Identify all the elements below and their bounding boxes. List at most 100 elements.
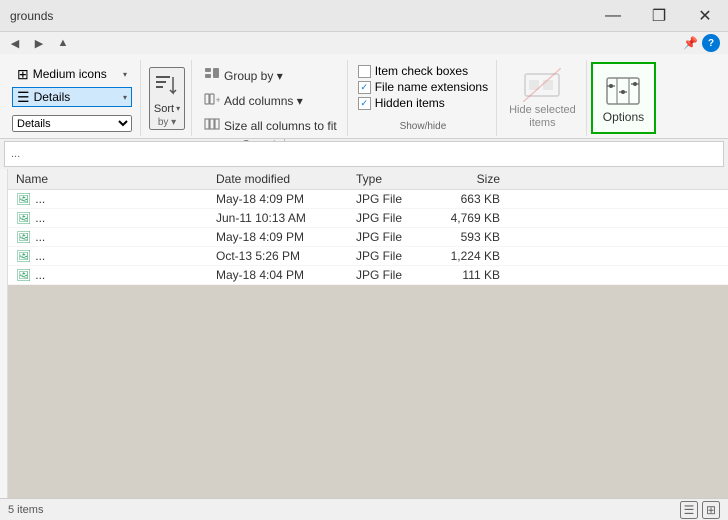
file-name: ... bbox=[35, 268, 45, 282]
show-hide-label: Show/hide bbox=[400, 121, 447, 132]
file-list: Name Date modified Type Size 🖼 ... May-1… bbox=[8, 169, 728, 285]
medium-icons-label: Medium icons bbox=[33, 67, 107, 81]
hide-selected-svg bbox=[523, 68, 561, 102]
show-hide-section: Item check boxes ✓ File name extensions … bbox=[350, 60, 497, 136]
file-size-cell: 663 KB bbox=[428, 192, 508, 206]
file-type-cell: JPG File bbox=[348, 192, 428, 206]
medium-icons-arrow: ▾ bbox=[123, 70, 127, 79]
file-area: Name Date modified Type Size 🖼 ... May-1… bbox=[8, 169, 728, 498]
details-icon: ☰ bbox=[17, 89, 30, 106]
sort-section: Sort ▾ by ▾ bbox=[143, 60, 192, 136]
add-columns-button[interactable]: + Add columns ▾ bbox=[200, 89, 341, 112]
file-date-cell: May-18 4:04 PM bbox=[208, 268, 348, 282]
file-name: ... bbox=[35, 249, 45, 263]
nav-pane bbox=[0, 169, 8, 498]
group-by-button[interactable]: Group by ▾ bbox=[200, 64, 341, 87]
maximize-button[interactable]: ❐ bbox=[636, 0, 682, 32]
options-button[interactable]: Options bbox=[591, 62, 656, 134]
col-header-size[interactable]: Size bbox=[428, 172, 508, 186]
file-name-cell: 🖼 ... bbox=[8, 192, 208, 206]
options-icon bbox=[603, 72, 643, 110]
address-text: ... bbox=[11, 148, 20, 160]
item-checkboxes-row[interactable]: Item check boxes bbox=[358, 64, 488, 78]
title-bar: grounds — ❐ ✕ bbox=[0, 0, 728, 32]
hide-selected-icon bbox=[522, 66, 562, 104]
file-name: ... bbox=[35, 211, 45, 225]
table-row[interactable]: 🖼 ... May-18 4:04 PM JPG File 111 KB bbox=[8, 266, 728, 285]
file-date-cell: May-18 4:09 PM bbox=[208, 230, 348, 244]
file-name-extensions-label: File name extensions bbox=[375, 80, 488, 94]
file-icon: 🖼 bbox=[16, 268, 31, 282]
file-name-cell: 🖼 ... bbox=[8, 268, 208, 282]
size-columns-icon bbox=[204, 116, 220, 135]
sort-label: Sort bbox=[154, 103, 174, 115]
status-item-count: 5 items bbox=[8, 504, 43, 516]
medium-icons-icon: ⊞ bbox=[17, 66, 29, 83]
sort-button[interactable]: Sort ▾ by ▾ bbox=[149, 67, 185, 130]
file-size-cell: 4,769 KB bbox=[428, 211, 508, 225]
window-title: grounds bbox=[10, 9, 53, 23]
layout-dropdown[interactable]: Details bbox=[12, 115, 132, 132]
details-label: Details bbox=[34, 90, 71, 104]
table-row[interactable]: 🖼 ... Oct-13 5:26 PM JPG File 1,224 KB bbox=[8, 247, 728, 266]
options-label: Options bbox=[603, 110, 644, 124]
file-name-extensions-row[interactable]: ✓ File name extensions bbox=[358, 80, 488, 94]
sort-by-label: by ▾ bbox=[158, 117, 176, 128]
file-type-cell: JPG File bbox=[348, 268, 428, 282]
file-date-cell: Oct-13 5:26 PM bbox=[208, 249, 348, 263]
file-name-extensions-checkbox[interactable]: ✓ bbox=[358, 81, 371, 94]
hidden-items-row[interactable]: ✓ Hidden items bbox=[358, 96, 488, 110]
details-view-button[interactable]: ☰ bbox=[680, 501, 698, 519]
file-size-cell: 1,224 KB bbox=[428, 249, 508, 263]
large-icons-view-button[interactable]: ⊞ bbox=[702, 501, 720, 519]
sort-svg bbox=[153, 71, 181, 99]
file-size-cell: 593 KB bbox=[428, 230, 508, 244]
current-view-section: Group by ▾ + Add columns ▾ Size all colu… bbox=[194, 60, 348, 136]
add-columns-label: Add columns ▾ bbox=[224, 94, 303, 108]
hidden-items-checkbox[interactable]: ✓ bbox=[358, 97, 371, 110]
file-name-cell: 🖼 ... bbox=[8, 249, 208, 263]
table-row[interactable]: 🖼 ... May-18 4:09 PM JPG File 593 KB bbox=[8, 228, 728, 247]
options-svg bbox=[605, 74, 641, 108]
sort-arrow: ▾ bbox=[176, 104, 180, 113]
ribbon: ⊞ Medium icons ▾ ☰ Details ▾ Details bbox=[0, 54, 728, 139]
svg-text:+: + bbox=[216, 95, 221, 105]
details-button[interactable]: ☰ Details ▾ bbox=[12, 87, 132, 108]
title-bar-controls: — ❐ ✕ bbox=[590, 0, 728, 31]
close-button[interactable]: ✕ bbox=[682, 0, 728, 32]
size-all-columns-label: Size all columns to fit bbox=[224, 119, 337, 133]
details-arrow: ▾ bbox=[123, 93, 127, 102]
layout-section: ⊞ Medium icons ▾ ☰ Details ▾ Details bbox=[4, 60, 141, 136]
file-type-cell: JPG File bbox=[348, 249, 428, 263]
empty-area bbox=[8, 285, 728, 498]
file-date-cell: Jun-11 10:13 AM bbox=[208, 211, 348, 225]
up-button[interactable]: ▲ bbox=[52, 32, 74, 54]
size-all-columns-button[interactable]: Size all columns to fit bbox=[200, 114, 341, 137]
item-checkboxes-checkbox[interactable] bbox=[358, 65, 371, 78]
file-name: ... bbox=[35, 230, 45, 244]
status-bar: 5 items ☰ ⊞ bbox=[0, 498, 728, 520]
hide-selected-section: Hide selected items bbox=[499, 60, 587, 136]
table-row[interactable]: 🖼 ... Jun-11 10:13 AM JPG File 4,769 KB bbox=[8, 209, 728, 228]
file-icon: 🖼 bbox=[16, 249, 31, 263]
group-by-icon bbox=[204, 66, 220, 85]
file-name-cell: 🖼 ... bbox=[8, 211, 208, 225]
minimize-button[interactable]: — bbox=[590, 0, 636, 32]
group-by-label: Group by ▾ bbox=[224, 69, 283, 83]
pin-icon: 📌 bbox=[683, 36, 698, 50]
file-icon: 🖼 bbox=[16, 230, 31, 244]
table-row[interactable]: 🖼 ... May-18 4:09 PM JPG File 663 KB bbox=[8, 190, 728, 209]
file-size-cell: 111 KB bbox=[428, 268, 508, 282]
file-date-cell: May-18 4:09 PM bbox=[208, 192, 348, 206]
col-header-type[interactable]: Type bbox=[348, 172, 428, 186]
file-name: ... bbox=[35, 192, 45, 206]
col-header-date[interactable]: Date modified bbox=[208, 172, 348, 186]
hide-selected-label-line1: Hide selected bbox=[509, 104, 576, 117]
col-header-name[interactable]: Name bbox=[8, 172, 208, 186]
file-list-wrapper: Name Date modified Type Size 🖼 ... May-1… bbox=[0, 169, 728, 498]
medium-icons-button[interactable]: ⊞ Medium icons ▾ bbox=[12, 64, 132, 85]
forward-button[interactable]: ▶ bbox=[28, 32, 50, 54]
help-button[interactable]: ? bbox=[702, 34, 720, 52]
file-name-cell: 🖼 ... bbox=[8, 230, 208, 244]
back-button[interactable]: ◀ bbox=[4, 32, 26, 54]
